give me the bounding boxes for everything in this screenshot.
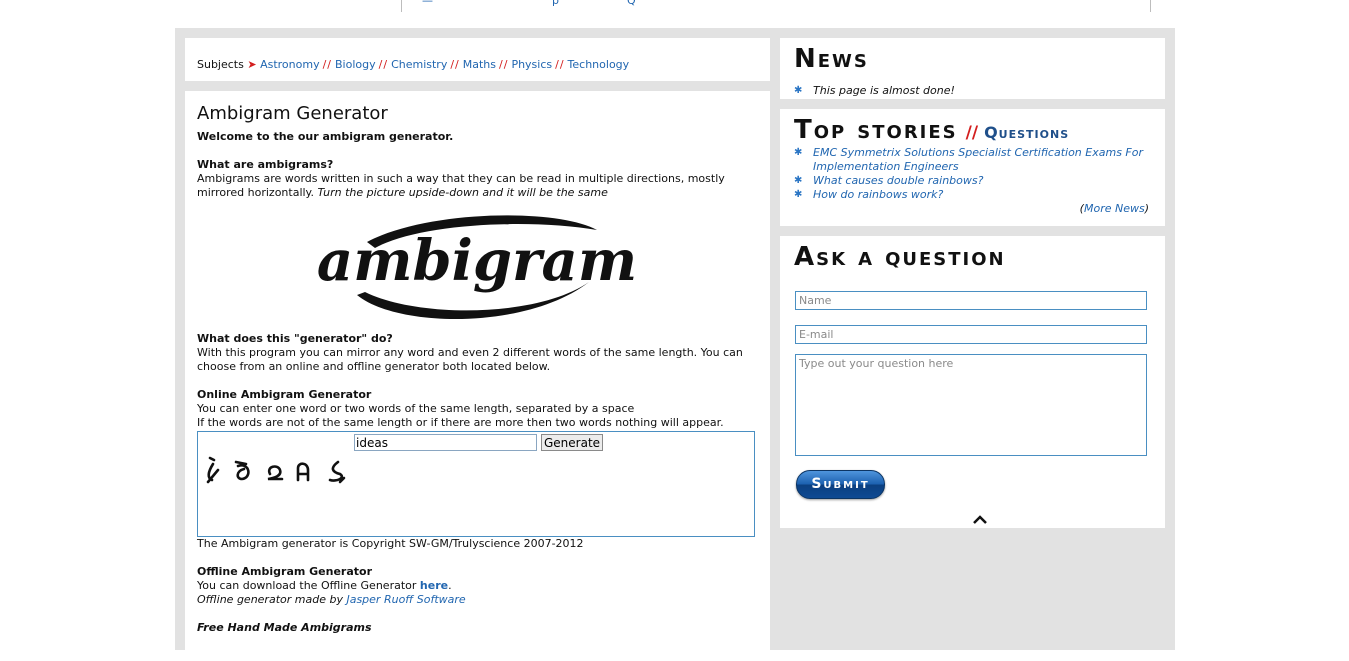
subject-link-astronomy[interactable]: Astronomy xyxy=(260,58,320,71)
list-item[interactable]: ✱ What causes double rainbows? xyxy=(794,174,1154,188)
offline-credit-plain: Offline generator made by xyxy=(197,593,343,606)
separator: // xyxy=(499,58,509,71)
offline-download-end: . xyxy=(448,579,452,592)
ambigram-logo-image: ambigram xyxy=(197,200,757,332)
answer-text-italic: Turn the picture upside-down and it will… xyxy=(317,186,608,199)
news-heading: News xyxy=(794,44,869,74)
separator: // xyxy=(322,58,333,71)
top-stories-title: Top stories xyxy=(794,115,958,145)
separator: // xyxy=(965,123,979,143)
jasper-ruoff-link[interactable]: Jasper Ruoff Software xyxy=(346,593,465,606)
offline-generator-heading: Offline Ambigram Generator xyxy=(197,565,373,578)
separator: // xyxy=(450,58,460,71)
list-item[interactable]: ✱ How do rainbows work? xyxy=(794,188,1154,202)
freehand-heading: Free Hand Made Ambigrams xyxy=(197,621,372,634)
ambigram-logo-text: ambigram xyxy=(317,228,637,294)
question-textarea[interactable]: Type out your question here xyxy=(795,354,1147,456)
main-content: Ambigram Generator Welcome to the our am… xyxy=(185,91,770,661)
offline-download-text: You can download the Offline Generator h… xyxy=(197,579,757,593)
subject-link-maths[interactable]: Maths xyxy=(463,58,496,71)
list-item[interactable]: ✱ EMC Symmetrix Solutions Specialist Cert… xyxy=(794,146,1154,174)
output-glyph-e xyxy=(267,465,284,481)
answer-text-plain: mirrored horizontally. xyxy=(197,186,314,199)
generator-box: Generate xyxy=(197,431,755,537)
ask-question-panel: Ask a question Name E-mail Type out your… xyxy=(780,236,1165,528)
output-glyph-a xyxy=(296,462,310,482)
news-panel: News ✱ This page is almost done! xyxy=(780,38,1165,99)
online-instructions: You can enter one word or two words of t… xyxy=(197,402,635,415)
top-stories-panel: Top stories // Questions ✱ EMC Symmetrix So… xyxy=(780,109,1165,226)
bullet-icon: ✱ xyxy=(794,147,803,158)
download-here-link[interactable]: here xyxy=(420,579,448,592)
subject-link-technology[interactable]: Technology xyxy=(568,58,630,71)
answer-text: Ambigrams are words written in such a wa… xyxy=(197,172,725,185)
generate-button[interactable]: Generate xyxy=(541,434,604,451)
subject-link-chemistry[interactable]: Chemistry xyxy=(391,58,447,71)
more-news-link[interactable]: More News xyxy=(1084,202,1145,215)
output-glyph-i xyxy=(206,456,220,484)
top-stories-heading: Top stories // Questions xyxy=(794,115,1069,145)
subjects-bar: Subjects ➤ Astronomy//Biology//Chemistry… xyxy=(185,38,770,81)
news-item-text: This page is almost done! xyxy=(813,84,955,97)
top-header-remnant: — p Q xyxy=(401,0,1151,12)
ambigram-output xyxy=(206,456,346,484)
paren: ) xyxy=(1144,202,1149,215)
subject-link-biology[interactable]: Biology xyxy=(335,58,376,71)
header-fragment[interactable]: Q xyxy=(627,0,636,7)
output-glyph-d xyxy=(234,460,250,481)
news-list: ✱ This page is almost done! xyxy=(794,84,1154,98)
offline-download-plain: You can download the Offline Generator xyxy=(197,579,417,592)
online-generator-heading: Online Ambigram Generator xyxy=(197,388,372,401)
email-field[interactable]: E-mail xyxy=(795,325,1147,344)
answer-text: mirrored horizontally. Turn the picture … xyxy=(197,186,757,200)
bullet-icon: ✱ xyxy=(794,175,803,186)
arrow-icon: ➤ xyxy=(247,58,257,71)
more-news: (More News) xyxy=(1080,202,1149,215)
welcome-text: Welcome to the our ambigram generator. xyxy=(197,130,454,143)
bullet-icon: ✱ xyxy=(794,189,803,200)
page-title: Ambigram Generator xyxy=(197,103,388,124)
stories-list: ✱ EMC Symmetrix Solutions Specialist Cert… xyxy=(794,146,1154,202)
copyright-text: The Ambigram generator is Copyright SW-G… xyxy=(197,537,584,550)
word-input[interactable] xyxy=(354,434,537,451)
scroll-top-icon[interactable] xyxy=(972,514,988,524)
questions-tab[interactable]: Questions xyxy=(984,123,1069,142)
list-item: ✱ This page is almost done! xyxy=(794,84,1154,98)
answer-text: choose from an online and offline genera… xyxy=(197,360,551,373)
bullet-icon: ✱ xyxy=(794,85,803,96)
section-heading-what-does: What does this "generator" do? xyxy=(197,332,393,345)
offline-credit-text: Offline generator made by Jasper Ruoff S… xyxy=(197,593,757,607)
name-field[interactable]: Name xyxy=(795,291,1147,310)
page-wrapper: Subjects ➤ Astronomy//Biology//Chemistry… xyxy=(175,28,1175,661)
subjects-label: Subjects xyxy=(197,58,244,71)
story-link[interactable]: What causes double rainbows? xyxy=(813,174,983,187)
answer-text: With this program you can mirror any wor… xyxy=(197,346,743,359)
story-link[interactable]: EMC Symmetrix Solutions Specialist Certi… xyxy=(813,146,1143,173)
subjects-row: Subjects ➤ Astronomy//Biology//Chemistry… xyxy=(197,58,629,71)
header-fragment: — xyxy=(422,0,433,7)
subject-link-physics[interactable]: Physics xyxy=(511,58,552,71)
story-link[interactable]: How do rainbows work? xyxy=(813,188,943,201)
separator: // xyxy=(555,58,565,71)
section-heading-what-are: What are ambigrams? xyxy=(197,158,334,171)
ask-heading: Ask a question xyxy=(794,242,1006,272)
header-fragment[interactable]: p xyxy=(552,0,559,7)
output-glyph-s xyxy=(328,460,346,484)
submit-button[interactable]: Submit xyxy=(796,470,885,499)
online-instructions: If the words are not of the same length … xyxy=(197,416,724,429)
separator: // xyxy=(378,58,389,71)
